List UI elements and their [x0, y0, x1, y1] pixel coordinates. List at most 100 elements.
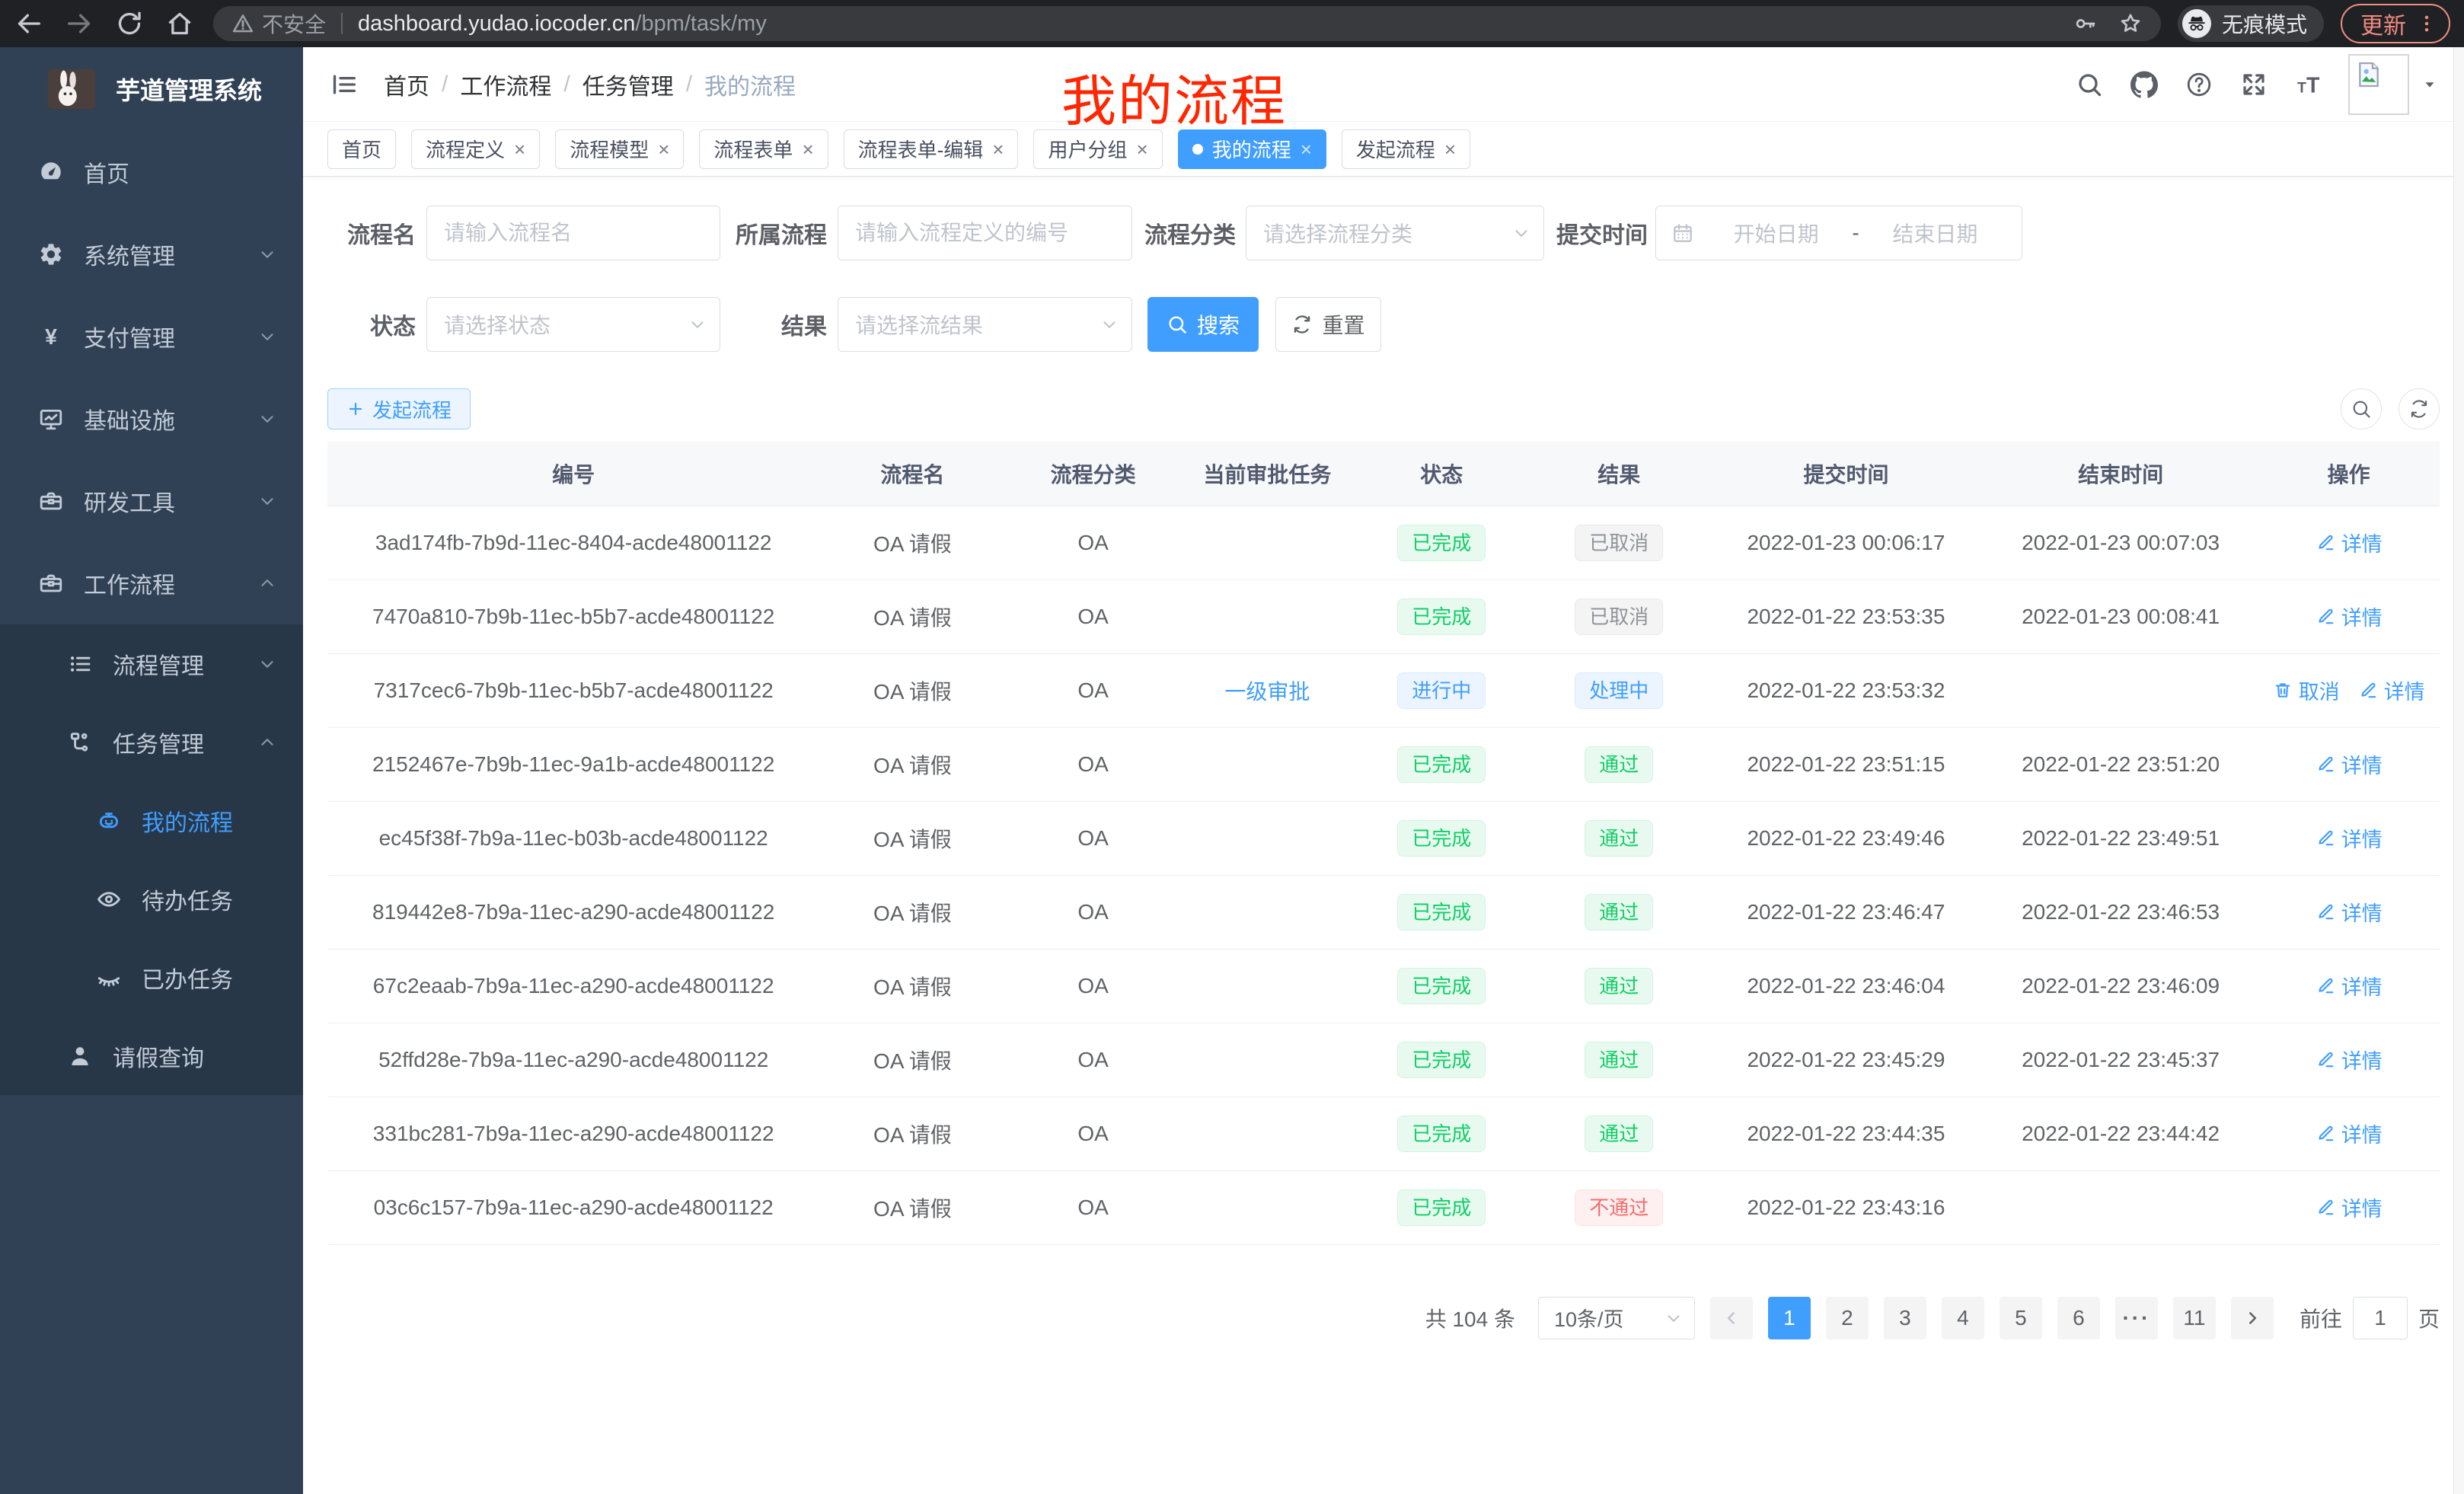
sidebar-item-1[interactable]: 系统管理 — [0, 213, 303, 295]
page-button-11[interactable]: 11 — [2173, 1297, 2216, 1339]
scrollbar[interactable] — [2453, 47, 2464, 1494]
sidebar-item-0[interactable]: 首页 — [0, 131, 303, 213]
close-icon[interactable]: × — [1301, 139, 1312, 159]
browser-menu-icon[interactable] — [2415, 12, 2438, 35]
detail-link[interactable]: 详情 — [2316, 897, 2383, 927]
detail-link[interactable]: 详情 — [2316, 1192, 2383, 1222]
search-icon[interactable] — [2076, 71, 2103, 98]
url-host: dashboard.yudao.iocoder.cn — [358, 11, 635, 37]
task-link[interactable]: 一级审批 — [1224, 680, 1310, 704]
tab-2[interactable]: 流程模型 × — [555, 129, 684, 169]
detail-link[interactable]: 详情 — [2316, 602, 2383, 631]
page-button-1[interactable]: 1 — [1768, 1297, 1811, 1339]
password-key-icon[interactable] — [2073, 11, 2097, 36]
breadcrumb-item-1[interactable]: 工作流程 — [460, 68, 551, 101]
github-icon[interactable] — [2130, 71, 2158, 98]
next-page-button[interactable] — [2231, 1297, 2274, 1339]
search-button-label: 搜索 — [1197, 309, 1240, 340]
sidebar-item-2[interactable]: ¥支付管理 — [0, 295, 303, 378]
close-icon[interactable]: × — [1137, 139, 1148, 159]
tab-7[interactable]: 发起流程 × — [1342, 129, 1470, 169]
address-bar[interactable]: 不安全 dashboard.yudao.iocoder.cn /bpm/task… — [213, 6, 2161, 41]
result-select[interactable]: 请选择流结果 — [838, 297, 1132, 352]
page-button-3[interactable]: 3 — [1884, 1297, 1926, 1339]
security-label[interactable]: 不安全 — [262, 8, 326, 39]
sidebar-item-6[interactable]: 流程管理 — [0, 624, 303, 703]
tab-1[interactable]: 流程定义× — [411, 129, 540, 169]
create-process-button[interactable]: 发起流程 — [327, 388, 471, 429]
sidebar-item-7[interactable]: 任务管理 — [0, 703, 303, 781]
process-definition-input[interactable] — [838, 206, 1132, 260]
sidebar-item-4[interactable]: 研发工具 — [0, 460, 303, 542]
bookmark-star-icon[interactable] — [2118, 11, 2143, 36]
category-select[interactable]: 请选择流程分类 — [1246, 206, 1544, 260]
cell-id: 2152467e-7b9b-11ec-9a1b-acde48001122 — [327, 727, 819, 801]
help-icon[interactable] — [2185, 71, 2213, 98]
avatar[interactable] — [2348, 54, 2409, 115]
sidebar-item-9[interactable]: 待办任务 — [0, 860, 303, 938]
eye-closed-icon — [96, 965, 122, 991]
detail-link[interactable]: 详情 — [2316, 1045, 2383, 1074]
show-search-button[interactable] — [2341, 388, 2382, 429]
cell-category: OA — [1005, 579, 1180, 653]
tab-0[interactable]: 首页 — [327, 129, 396, 169]
tab-3[interactable]: 流程表单× — [699, 129, 828, 169]
sidebar-item-5[interactable]: 工作流程 — [0, 542, 303, 624]
filter-time-label: 提交时间 — [1556, 216, 1645, 250]
goto-page-input[interactable] — [2353, 1297, 2408, 1339]
reset-button[interactable]: 重置 — [1275, 297, 1381, 352]
refresh-table-button[interactable] — [2399, 388, 2440, 429]
cell-task — [1181, 506, 1354, 579]
prev-page-button[interactable] — [1710, 1297, 1753, 1339]
close-icon[interactable]: × — [658, 139, 669, 159]
incognito-label: 无痕模式 — [2222, 8, 2307, 39]
process-name-input[interactable] — [426, 206, 720, 260]
url-path: /bpm/task/my — [635, 11, 766, 37]
page-button-2[interactable]: 2 — [1826, 1297, 1869, 1339]
breadcrumb: 首页/工作流程/任务管理/我的流程 — [384, 68, 796, 101]
close-icon[interactable]: × — [802, 139, 813, 159]
detail-link[interactable]: 详情 — [2316, 528, 2383, 557]
breadcrumb-item-2[interactable]: 任务管理 — [582, 68, 674, 101]
status-badge: 已完成 — [1397, 1189, 1486, 1226]
page-button-6[interactable]: 6 — [2057, 1297, 2100, 1339]
detail-link[interactable]: 详情 — [2316, 749, 2383, 779]
eye-icon — [96, 886, 122, 912]
reload-icon[interactable] — [114, 8, 145, 39]
result-badge: 通过 — [1585, 746, 1653, 783]
home-icon[interactable] — [164, 8, 195, 39]
sidebar-toggle-icon[interactable] — [329, 69, 359, 100]
cancel-link[interactable]: 取消 — [2273, 675, 2340, 705]
tab-label: 发起流程 — [1356, 135, 1435, 163]
detail-link[interactable]: 详情 — [2316, 823, 2383, 853]
breadcrumb-item-0[interactable]: 首页 — [384, 68, 429, 101]
tab-4[interactable]: 流程表单-编辑× — [844, 129, 1019, 169]
back-icon[interactable] — [14, 8, 44, 39]
close-icon[interactable]: × — [1444, 139, 1456, 159]
caret-down-icon[interactable] — [2421, 76, 2438, 93]
status-select[interactable]: 请选择状态 — [426, 297, 720, 352]
page-ellipsis[interactable]: ··· — [2115, 1297, 2158, 1339]
fullscreen-icon[interactable] — [2240, 71, 2268, 98]
app-logo[interactable]: 芋道管理系统 — [0, 47, 303, 131]
forward-icon[interactable] — [64, 8, 94, 39]
close-icon[interactable]: × — [992, 139, 1004, 159]
sidebar-item-10[interactable]: 已办任务 — [0, 938, 303, 1017]
page-button-5[interactable]: 5 — [2000, 1297, 2042, 1339]
font-size-icon[interactable]: TT — [2295, 71, 2322, 98]
sidebar-item-8[interactable]: 我的流程 — [0, 781, 303, 860]
browser-update-button[interactable]: 更新 — [2341, 4, 2450, 43]
cell-result: 已取消 — [1529, 579, 1709, 653]
cell-end-time: 2022-01-22 23:46:09 — [1984, 949, 2258, 1023]
page-button-4[interactable]: 4 — [1942, 1297, 1984, 1339]
detail-link[interactable]: 详情 — [2316, 971, 2383, 1001]
tab-label: 流程模型 — [570, 135, 649, 163]
sidebar-item-11[interactable]: 请假查询 — [0, 1017, 303, 1095]
detail-link[interactable]: 详情 — [2316, 1119, 2383, 1148]
submit-time-range-picker[interactable]: 开始日期 - 结束日期 — [1655, 206, 2022, 260]
detail-link[interactable]: 详情 — [2358, 675, 2425, 705]
close-icon[interactable]: × — [514, 139, 525, 159]
search-button[interactable]: 搜索 — [1147, 297, 1259, 352]
sidebar-item-3[interactable]: 基础设施 — [0, 378, 303, 460]
page-size-select[interactable]: 10条/页 — [1538, 1297, 1695, 1339]
